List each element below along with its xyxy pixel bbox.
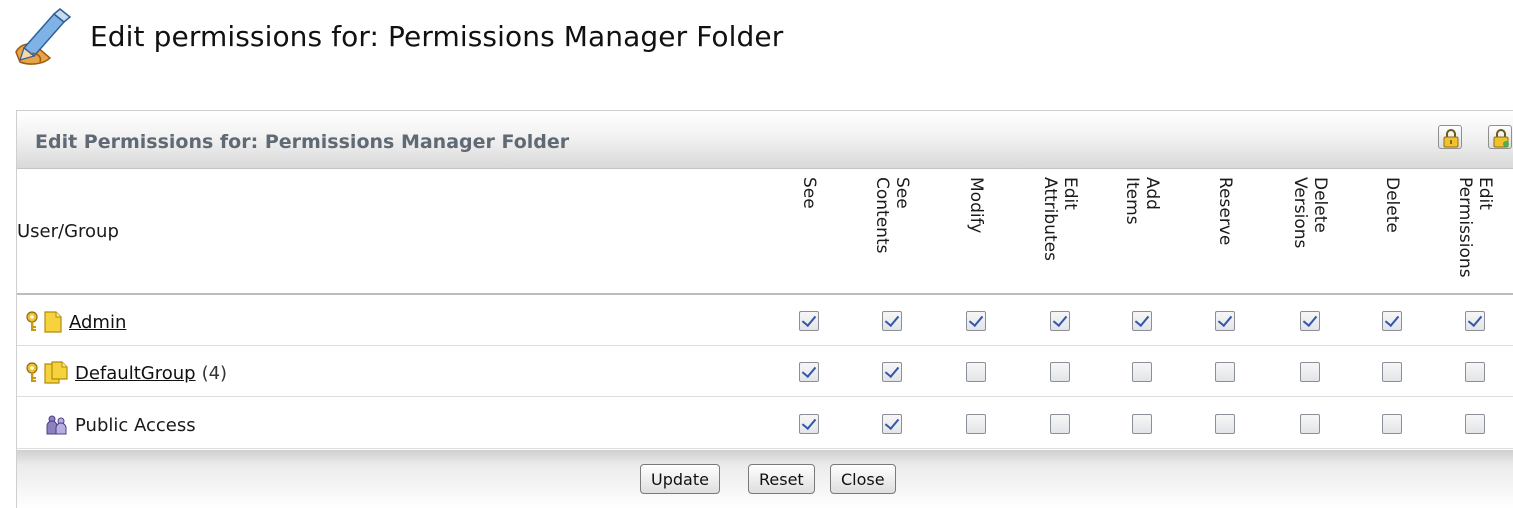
permission-checkbox[interactable] bbox=[882, 311, 902, 331]
permission-checkbox[interactable] bbox=[1132, 362, 1152, 382]
permission-checkbox[interactable] bbox=[1215, 414, 1235, 434]
panel-footer: Update Reset Close bbox=[17, 450, 1513, 508]
user-icon bbox=[44, 311, 62, 333]
permission-checkbox[interactable] bbox=[1050, 414, 1070, 434]
permission-column-label: Delete Versions bbox=[1290, 177, 1330, 249]
permission-checkbox[interactable] bbox=[1215, 362, 1235, 382]
permission-checkbox[interactable] bbox=[1465, 311, 1485, 331]
user-group-column-header: User/Group bbox=[17, 221, 119, 242]
user-group-cell: Public Access bbox=[45, 411, 196, 439]
permission-column-label: Edit Permissions bbox=[1455, 177, 1495, 278]
user-group-link[interactable]: Admin bbox=[69, 312, 126, 333]
permission-checkbox[interactable] bbox=[882, 414, 902, 434]
table-row: DefaultGroup (4) bbox=[17, 346, 1513, 397]
panel-title: Edit Permissions for: Permissions Manage… bbox=[35, 131, 570, 153]
permission-checkbox[interactable] bbox=[966, 414, 986, 434]
permission-checkbox[interactable] bbox=[1465, 362, 1485, 382]
table-row: Public Access bbox=[17, 398, 1513, 449]
reset-button[interactable]: Reset bbox=[748, 464, 815, 494]
close-button[interactable]: Close bbox=[830, 464, 896, 494]
key-icon bbox=[26, 311, 38, 331]
permission-column-header: Edit Attributes bbox=[1030, 177, 1090, 293]
permission-column-header: See Contents bbox=[862, 177, 922, 293]
permission-checkbox[interactable] bbox=[1050, 311, 1070, 331]
permission-column-label: Modify bbox=[966, 177, 986, 234]
permission-checkbox[interactable] bbox=[1050, 362, 1070, 382]
member-count: (4) bbox=[201, 362, 228, 384]
permission-checkbox[interactable] bbox=[1132, 311, 1152, 331]
permission-checkbox[interactable] bbox=[1215, 311, 1235, 331]
user-group-name: Public Access bbox=[75, 414, 196, 436]
permission-checkbox[interactable] bbox=[1132, 414, 1152, 434]
panel-title-bar: Edit Permissions for: Permissions Manage… bbox=[17, 111, 1513, 169]
permission-checkbox[interactable] bbox=[799, 414, 819, 434]
permission-column-label: Delete bbox=[1382, 177, 1402, 233]
permission-column-header: Delete Versions bbox=[1280, 177, 1340, 293]
user-group-link[interactable]: DefaultGroup bbox=[75, 363, 196, 384]
key-icon bbox=[26, 362, 38, 382]
public-access-icon bbox=[46, 415, 67, 435]
lock-icon bbox=[1443, 129, 1459, 148]
user-group-cell: DefaultGroup (4) bbox=[25, 359, 227, 387]
lock-button[interactable] bbox=[1438, 125, 1462, 149]
permission-checkbox[interactable] bbox=[882, 362, 902, 382]
permission-checkbox[interactable] bbox=[1382, 414, 1402, 434]
lock-add-icon bbox=[1493, 129, 1509, 148]
permission-column-header: Modify bbox=[946, 177, 1006, 293]
permission-column-header: See bbox=[779, 177, 839, 293]
permission-column-label: Add Items bbox=[1122, 177, 1162, 225]
edit-pencil-icon bbox=[15, 8, 72, 65]
permission-column-header: Reserve bbox=[1195, 177, 1255, 293]
permission-checkbox[interactable] bbox=[966, 311, 986, 331]
permission-column-header: Add Items bbox=[1112, 177, 1172, 293]
page-header: Edit permissions for: Permissions Manage… bbox=[0, 0, 1513, 108]
page-title: Edit permissions for: Permissions Manage… bbox=[90, 20, 784, 53]
permission-checkbox[interactable] bbox=[1382, 362, 1402, 382]
permission-checkbox[interactable] bbox=[1300, 362, 1320, 382]
permission-checkbox[interactable] bbox=[799, 362, 819, 382]
permission-checkbox[interactable] bbox=[1465, 414, 1485, 434]
permission-checkbox[interactable] bbox=[799, 311, 819, 331]
table-row: Admin bbox=[17, 295, 1513, 346]
permission-column-label: Edit Attributes bbox=[1040, 177, 1080, 261]
permission-column-label: See Contents bbox=[872, 177, 912, 254]
permission-checkbox[interactable] bbox=[1300, 414, 1320, 434]
permissions-panel: Edit Permissions for: Permissions Manage… bbox=[16, 110, 1513, 508]
group-icon bbox=[44, 361, 68, 384]
permission-checkbox[interactable] bbox=[1382, 311, 1402, 331]
permission-column-label: See bbox=[799, 177, 819, 209]
table-header-row: User/Group See See Contents Modify Edit Att… bbox=[17, 169, 1513, 295]
permission-checkbox[interactable] bbox=[1300, 311, 1320, 331]
permission-checkbox[interactable] bbox=[966, 362, 986, 382]
permission-column-label: Reserve bbox=[1215, 177, 1235, 246]
user-group-cell: Admin bbox=[25, 308, 126, 336]
lock-add-button[interactable] bbox=[1488, 125, 1512, 149]
update-button[interactable]: Update bbox=[640, 464, 720, 494]
permission-column-header: Edit Permissions bbox=[1445, 177, 1505, 293]
permission-column-header: Delete bbox=[1362, 177, 1422, 293]
